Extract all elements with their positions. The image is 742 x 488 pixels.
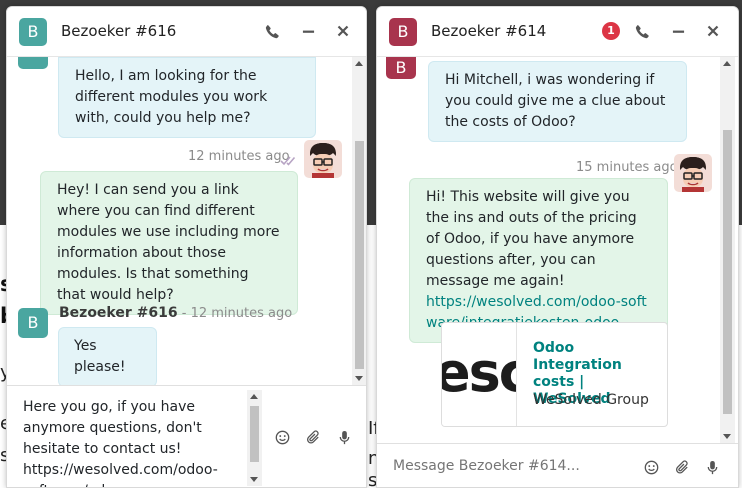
composer-scrollbar[interactable]	[247, 390, 262, 486]
paperclip-icon[interactable]	[306, 430, 322, 446]
chat-title: Bezoeker #616	[61, 22, 177, 40]
unread-count-badge: 1	[602, 22, 620, 40]
message-composer	[377, 443, 738, 487]
message-timestamp: 12 minutes ago	[190, 306, 293, 321]
message-text: Yes please!	[74, 338, 126, 375]
minimize-icon[interactable]	[298, 21, 318, 41]
minimize-icon[interactable]	[668, 21, 688, 41]
incoming-message: Hello, I am looking for the different mo…	[58, 57, 316, 138]
agent-avatar	[304, 140, 342, 178]
message-list[interactable]: Hello, I am looking for the different mo…	[7, 57, 366, 385]
message-author-line: Bezoeker #616 - 12 minutes ago	[59, 305, 292, 321]
scroll-up-arrow[interactable]	[250, 394, 258, 399]
message-author: Bezoeker #616	[59, 305, 178, 321]
chat-header[interactable]: B Bezoeker #616	[7, 7, 366, 57]
close-icon[interactable]	[333, 21, 353, 41]
chat-header[interactable]: B Bezoeker #614 1	[377, 7, 738, 57]
microphone-icon[interactable]	[337, 430, 353, 446]
link-preview-image-text: esc	[442, 341, 516, 404]
message-text: Hi Mitchell, i was wondering if you coul…	[445, 72, 666, 130]
message-timestamp: 12 minutes ago	[188, 149, 290, 164]
visitor-avatar: B	[19, 18, 47, 46]
scroll-thumb[interactable]	[355, 141, 364, 369]
visitor-avatar	[18, 57, 48, 69]
message-input[interactable]: Here you go, if you have anymore questio…	[23, 397, 245, 487]
scroll-up-arrow[interactable]	[355, 61, 363, 66]
outgoing-message: Hi! This website will give you the ins a…	[409, 178, 668, 343]
chat-window-bezoeker-614: B Bezoeker #614 1 B Hi Mitchell, i was w…	[376, 6, 739, 488]
message-list[interactable]: B Hi Mitchell, i was wondering if you co…	[377, 57, 738, 443]
meta-separator: -	[177, 306, 191, 321]
chat-title: Bezoeker #614	[431, 22, 547, 40]
visitor-avatar: B	[386, 57, 416, 79]
message-composer: Here you go, if you have anymore questio…	[7, 385, 366, 487]
message-scrollbar[interactable]	[352, 57, 366, 385]
phone-icon[interactable]	[262, 21, 282, 41]
phone-icon[interactable]	[632, 21, 652, 41]
outgoing-message: Hey! I can send you a link where you can…	[40, 171, 298, 315]
emoji-icon[interactable]	[644, 460, 660, 476]
message-input[interactable]	[393, 458, 583, 474]
incoming-message: Hi Mitchell, i was wondering if you coul…	[428, 61, 687, 142]
double-check-icon	[280, 151, 298, 170]
scroll-down-arrow[interactable]	[355, 376, 363, 381]
message-scrollbar[interactable]	[720, 57, 735, 443]
paperclip-icon[interactable]	[675, 460, 691, 476]
scroll-thumb[interactable]	[250, 406, 259, 462]
scroll-down-arrow[interactable]	[250, 477, 258, 482]
scroll-up-arrow[interactable]	[723, 61, 731, 66]
visitor-avatar: B	[18, 308, 48, 338]
microphone-icon[interactable]	[705, 460, 721, 476]
message-text: Hey! I can send you a link where you can…	[57, 182, 280, 303]
message-timestamp: 15 minutes ago	[576, 160, 678, 175]
link-preview-image: esc	[442, 323, 517, 426]
emoji-icon[interactable]	[275, 430, 291, 446]
link-preview-site: WeSolved Group	[533, 392, 649, 408]
visitor-avatar: B	[389, 18, 417, 46]
message-text: Hello, I am looking for the different mo…	[75, 68, 268, 126]
chat-window-bezoeker-616: B Bezoeker #616 Hello, I am looking for …	[6, 6, 367, 488]
link-preview-card[interactable]: esc Odoo Integration costs | WeSolved We…	[441, 322, 668, 427]
close-icon[interactable]	[703, 21, 723, 41]
scroll-thumb[interactable]	[723, 130, 732, 414]
scroll-down-arrow[interactable]	[723, 434, 731, 439]
agent-avatar	[674, 154, 712, 192]
incoming-message: Yes please!	[58, 327, 157, 385]
message-text: Hi! This website will give you the ins a…	[426, 189, 637, 289]
